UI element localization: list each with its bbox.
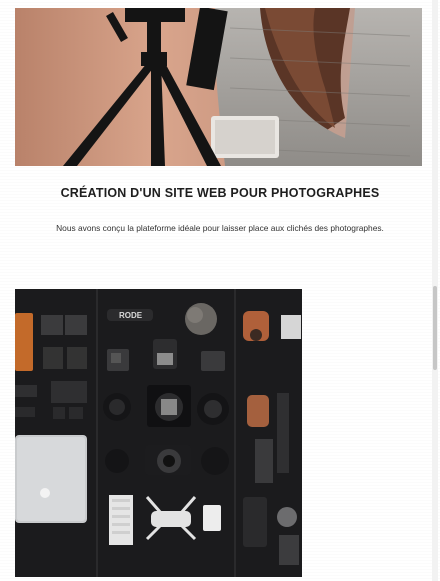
hero-photo-tripod (15, 8, 422, 166)
page-scrollbar[interactable] (432, 0, 438, 581)
section-description: Nous avons conçu la plateforme idéale po… (56, 223, 384, 233)
mic-brand-label: RODE (119, 311, 143, 320)
scrollbar-thumb[interactable] (433, 286, 437, 370)
gear-flatlay-photo: RODE (15, 289, 302, 577)
section-title: CRÉATION D'UN SITE WEB POUR PHOTOGRAPHES (60, 186, 380, 200)
